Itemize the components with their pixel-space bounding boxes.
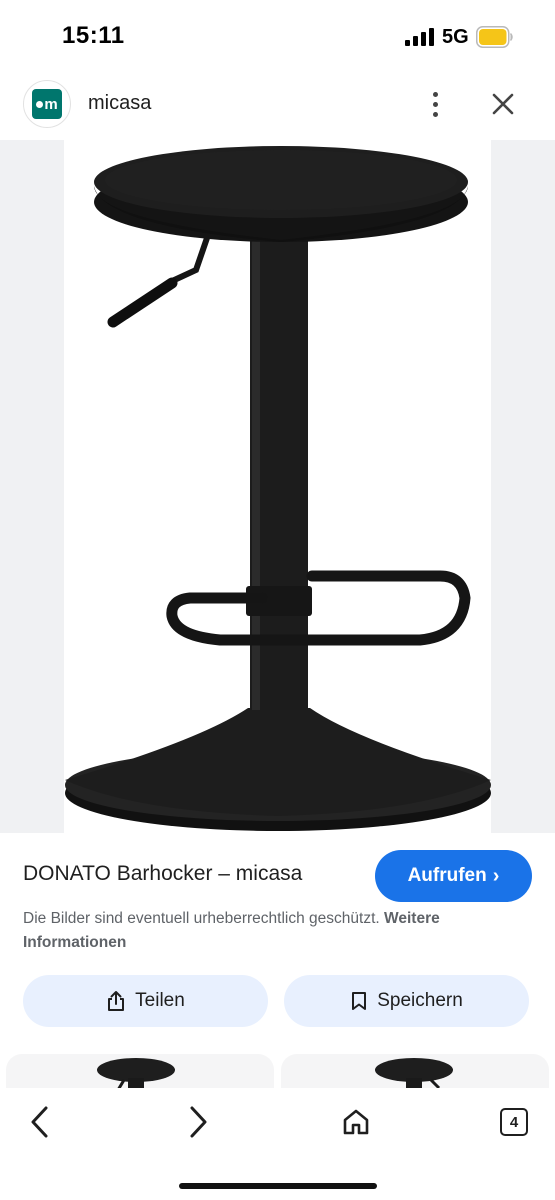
save-label: Speichern [377, 990, 463, 1011]
network-type: 5G [442, 26, 469, 48]
back-button[interactable] [20, 1102, 60, 1142]
home-indicator[interactable] [179, 1183, 377, 1189]
product-title[interactable]: DONATO Barhocker – micasa [23, 862, 302, 886]
tabs-button[interactable]: 4 [494, 1102, 534, 1142]
site-logo[interactable]: m [23, 80, 71, 128]
close-icon[interactable] [487, 88, 519, 120]
visit-button-label: Aufrufen [407, 865, 487, 886]
status-bar: 15:11 5G [0, 0, 555, 72]
visit-button[interactable]: Aufrufen › [375, 850, 532, 902]
chevron-right-icon [190, 1106, 207, 1138]
cellular-signal-icon [405, 28, 434, 46]
share-icon [108, 991, 125, 1011]
tab-count-icon: 4 [500, 1108, 528, 1136]
more-vert-icon[interactable] [420, 86, 450, 122]
bookmark-icon [352, 992, 367, 1010]
forward-button[interactable] [178, 1102, 218, 1142]
bar-stool-image [65, 146, 491, 831]
chevron-left-icon [31, 1106, 48, 1138]
lens-header: m micasa [0, 72, 555, 140]
copyright-text: Die Bilder sind eventuell urheberrechtli… [23, 910, 380, 927]
browser-toolbar: 4 [0, 1088, 555, 1200]
battery-icon [476, 26, 513, 48]
home-icon [343, 1109, 369, 1135]
site-name[interactable]: micasa [88, 92, 151, 115]
chevron-right-icon: › [492, 864, 500, 887]
copyright-notice: Die Bilder sind eventuell urheberrechtli… [23, 907, 523, 955]
save-button[interactable]: Speichern [284, 975, 529, 1027]
product-image[interactable] [0, 140, 555, 833]
status-time: 15:11 [62, 22, 125, 49]
micasa-logo-icon: m [32, 89, 62, 119]
share-label: Teilen [135, 990, 185, 1011]
home-button[interactable] [336, 1102, 376, 1142]
share-button[interactable]: Teilen [23, 975, 268, 1027]
